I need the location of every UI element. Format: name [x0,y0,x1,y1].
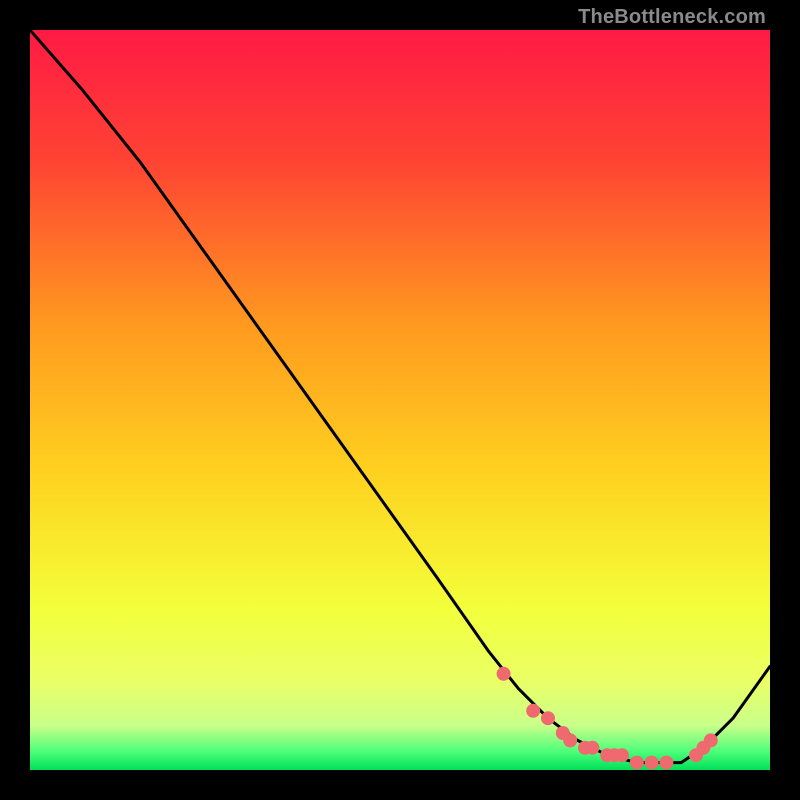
marker-dot [497,667,511,681]
marker-dot [704,733,718,747]
bottleneck-chart [30,30,770,770]
marker-dot [630,756,644,770]
attribution-label: TheBottleneck.com [578,6,766,29]
marker-dot [659,756,673,770]
marker-dot [526,704,540,718]
marker-dot [585,741,599,755]
marker-dot [563,733,577,747]
chart-frame [30,30,770,770]
gradient-bg [30,30,770,770]
marker-dot [615,748,629,762]
marker-dot [541,711,555,725]
marker-dot [645,756,659,770]
